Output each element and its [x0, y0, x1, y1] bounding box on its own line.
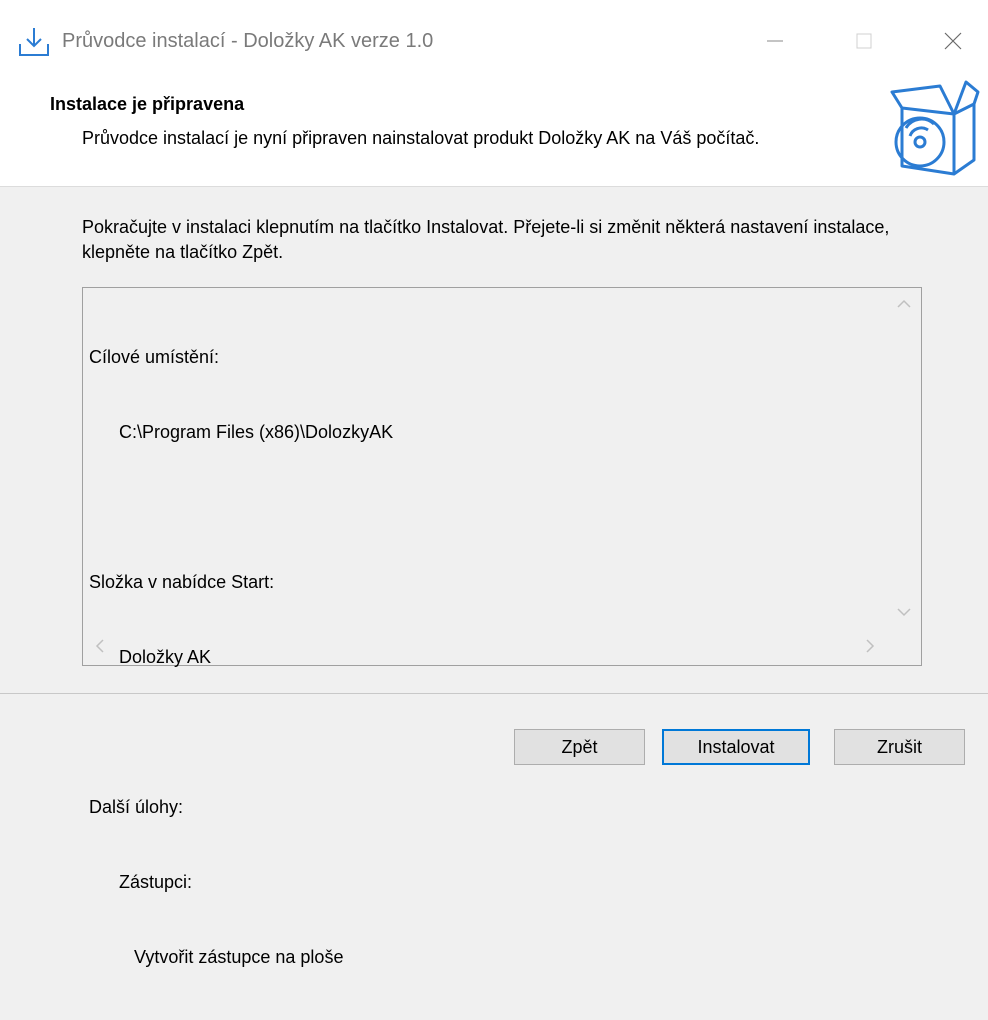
scroll-down-button[interactable] — [887, 596, 921, 630]
wizard-header: Instalace je připravena Průvodce instala… — [0, 80, 988, 187]
chevron-left-icon — [95, 638, 105, 658]
horizontal-scrollbar[interactable] — [83, 631, 887, 665]
minimize-icon — [765, 31, 785, 56]
maximize-button[interactable] — [829, 0, 899, 86]
memo-line — [89, 720, 393, 745]
ready-memo[interactable]: Cílové umístění: C:\Program Files (x86)\… — [82, 287, 922, 967]
page-title: Instalace je připravena — [50, 94, 245, 114]
footer-divider — [0, 693, 988, 694]
memo-line — [89, 495, 393, 520]
page-description: Průvodce instalací je nyní připraven nai… — [82, 128, 760, 148]
software-box-disc-icon — [884, 78, 980, 178]
memo-line: Vytvořit zástupce na ploše — [89, 947, 344, 967]
download-tray-icon — [17, 24, 51, 58]
window-title: Průvodce instalací - Doložky AK verze 1.… — [62, 30, 434, 52]
scroll-left-button[interactable] — [83, 631, 117, 665]
chevron-down-icon — [897, 604, 911, 622]
scroll-up-button[interactable] — [887, 288, 921, 322]
cancel-button[interactable]: Zrušit — [834, 729, 965, 765]
vertical-scrollbar[interactable] — [887, 288, 921, 630]
back-button[interactable]: Zpět — [514, 729, 645, 765]
memo-line: C:\Program Files (x86)\DolozkyAK — [89, 422, 394, 442]
scroll-right-button[interactable] — [853, 631, 887, 665]
chevron-up-icon — [897, 296, 911, 314]
install-button[interactable]: Instalovat — [662, 729, 810, 765]
memo-line: Zástupci: — [89, 872, 193, 892]
maximize-icon — [854, 31, 874, 56]
close-button[interactable] — [918, 0, 988, 86]
intro-text: Pokračujte v instalaci klepnutím na tlač… — [82, 217, 890, 262]
title-bar: Průvodce instalací - Doložky AK verze 1.… — [0, 0, 988, 86]
memo-line: Složka v nabídce Start: — [89, 572, 275, 592]
close-icon — [943, 31, 963, 56]
minimize-button[interactable] — [740, 0, 810, 86]
chevron-right-icon — [865, 638, 875, 658]
memo-line: Další úlohy: — [89, 797, 184, 817]
memo-line: Cílové umístění: — [89, 347, 220, 367]
